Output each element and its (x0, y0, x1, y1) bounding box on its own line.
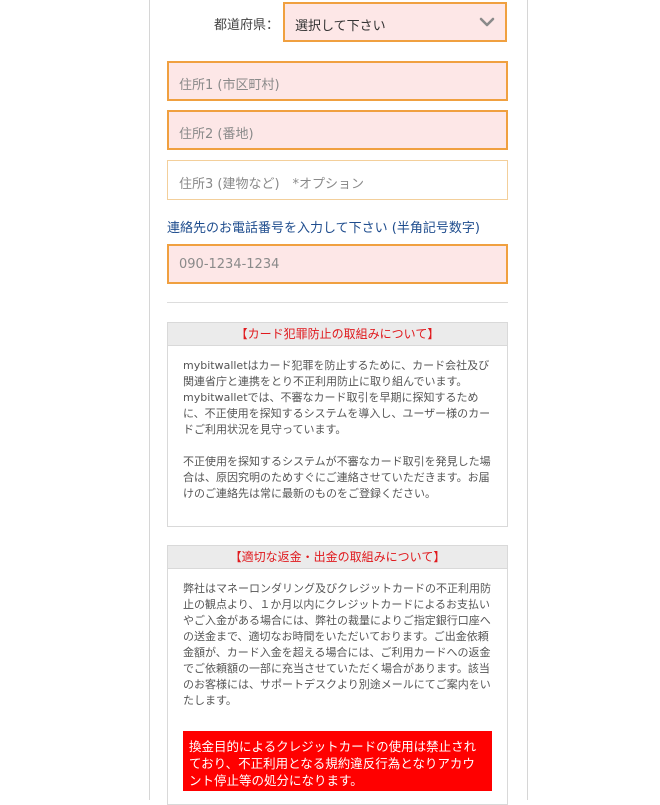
address1-input[interactable]: 住所1 (市区町村) (167, 61, 508, 101)
address1-placeholder: 住所1 (市区町村) (179, 78, 280, 93)
fraud-notice-box: 【カード犯罪防止の取組みについて】 mybitwalletはカード犯罪を防止する… (167, 322, 508, 527)
prefecture-label: 都道府県： (214, 18, 280, 33)
fraud-notice-paragraph-1: mybitwalletはカード犯罪を防止するために、カード会社及び関連省庁と連携… (183, 359, 491, 436)
chevron-down-icon (479, 17, 495, 27)
address3-placeholder: 住所3 (建物など) *オプション (179, 177, 365, 192)
prefecture-select[interactable]: 選択して下さい (283, 2, 507, 42)
address3-input[interactable]: 住所3 (建物など) *オプション (167, 160, 508, 200)
phone-label: 連絡先のお電話番号を入力して下さい (半角記号数字) (167, 221, 480, 236)
refund-notice-box: 【適切な返金・出金の取組みについて】 弊社はマネーロンダリング及びクレジットカー… (167, 545, 508, 805)
fraud-notice-paragraph-2: 不正使用を探知するシステムが不審なカード取引を発見した場合は、原因究明のためすぐ… (183, 455, 491, 500)
refund-warning-alert: 換金目的によるクレジットカードの使用は禁止されており、不正利用となる規約違反行為… (183, 731, 492, 791)
fraud-notice-title: 【カード犯罪防止の取組みについて】 (168, 323, 507, 346)
refund-notice-body: 弊社はマネーロンダリング及びクレジットカードの不正利用防止の観点より、１か月以内… (168, 569, 507, 709)
prefecture-selected-value: 選択して下さい (295, 19, 386, 34)
section-divider (167, 302, 508, 303)
address2-input[interactable]: 住所2 (番地) (167, 110, 508, 150)
refund-notice-paragraph: 弊社はマネーロンダリング及びクレジットカードの不正利用防止の観点より、１か月以内… (183, 582, 491, 707)
phone-placeholder: 090-1234-1234 (179, 257, 280, 272)
phone-input[interactable]: 090-1234-1234 (167, 244, 508, 284)
address2-placeholder: 住所2 (番地) (179, 127, 254, 142)
refund-notice-title: 【適切な返金・出金の取組みについて】 (168, 546, 507, 569)
fraud-notice-body: mybitwalletはカード犯罪を防止するために、カード会社及び関連省庁と連携… (168, 346, 507, 502)
